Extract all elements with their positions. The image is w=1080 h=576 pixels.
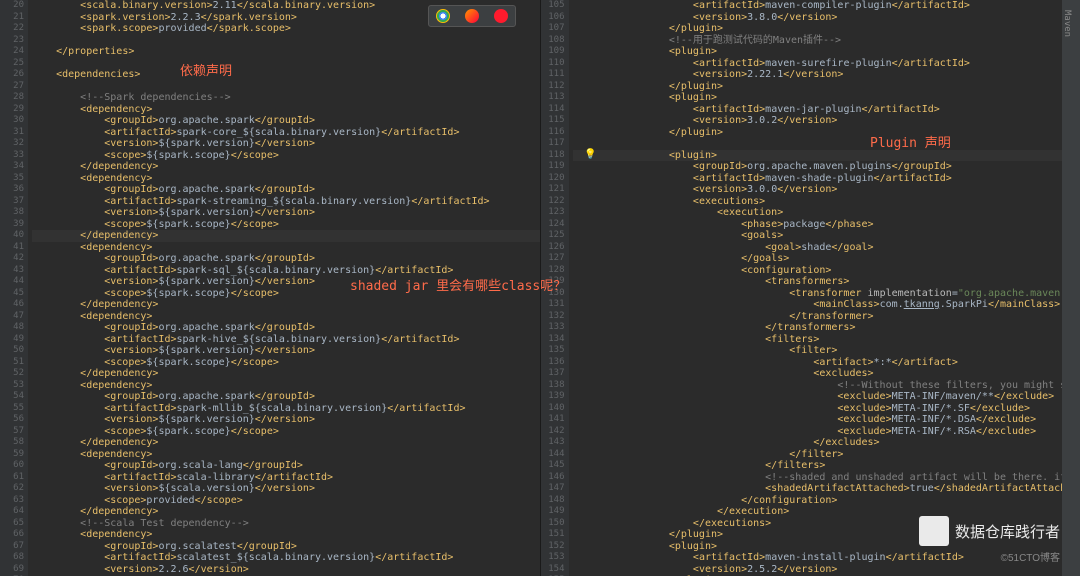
browser-selector-toolbar[interactable] [428,5,516,27]
wechat-icon [919,516,949,546]
right-code[interactable]: <artifactId>maven-compiler-plugin</artif… [569,0,1080,576]
firefox-icon[interactable] [465,9,479,23]
maven-tool-label[interactable]: Maven [1062,0,1072,37]
annotation-deps: 依赖声明 [180,60,232,79]
watermark: 数据仓库践行者 [919,516,1060,546]
watermark-text: 数据仓库践行者 [955,521,1060,542]
annotation-plugin: Plugin 声明 [870,132,951,151]
right-toolbar[interactable]: Maven [1062,0,1080,576]
citation: ©51CTO博客 [1001,549,1060,564]
lightbulb-icon[interactable]: 💡 [584,149,596,160]
left-gutter: 2021222324252627282930313233343536373839… [0,0,28,576]
right-pane[interactable]: 1051061071081091101111121131141151161171… [541,0,1080,576]
chrome-icon[interactable] [436,9,450,23]
opera-icon[interactable] [494,9,508,23]
annotation-shaded: shaded jar 里会有哪些class呢？ [350,275,566,294]
